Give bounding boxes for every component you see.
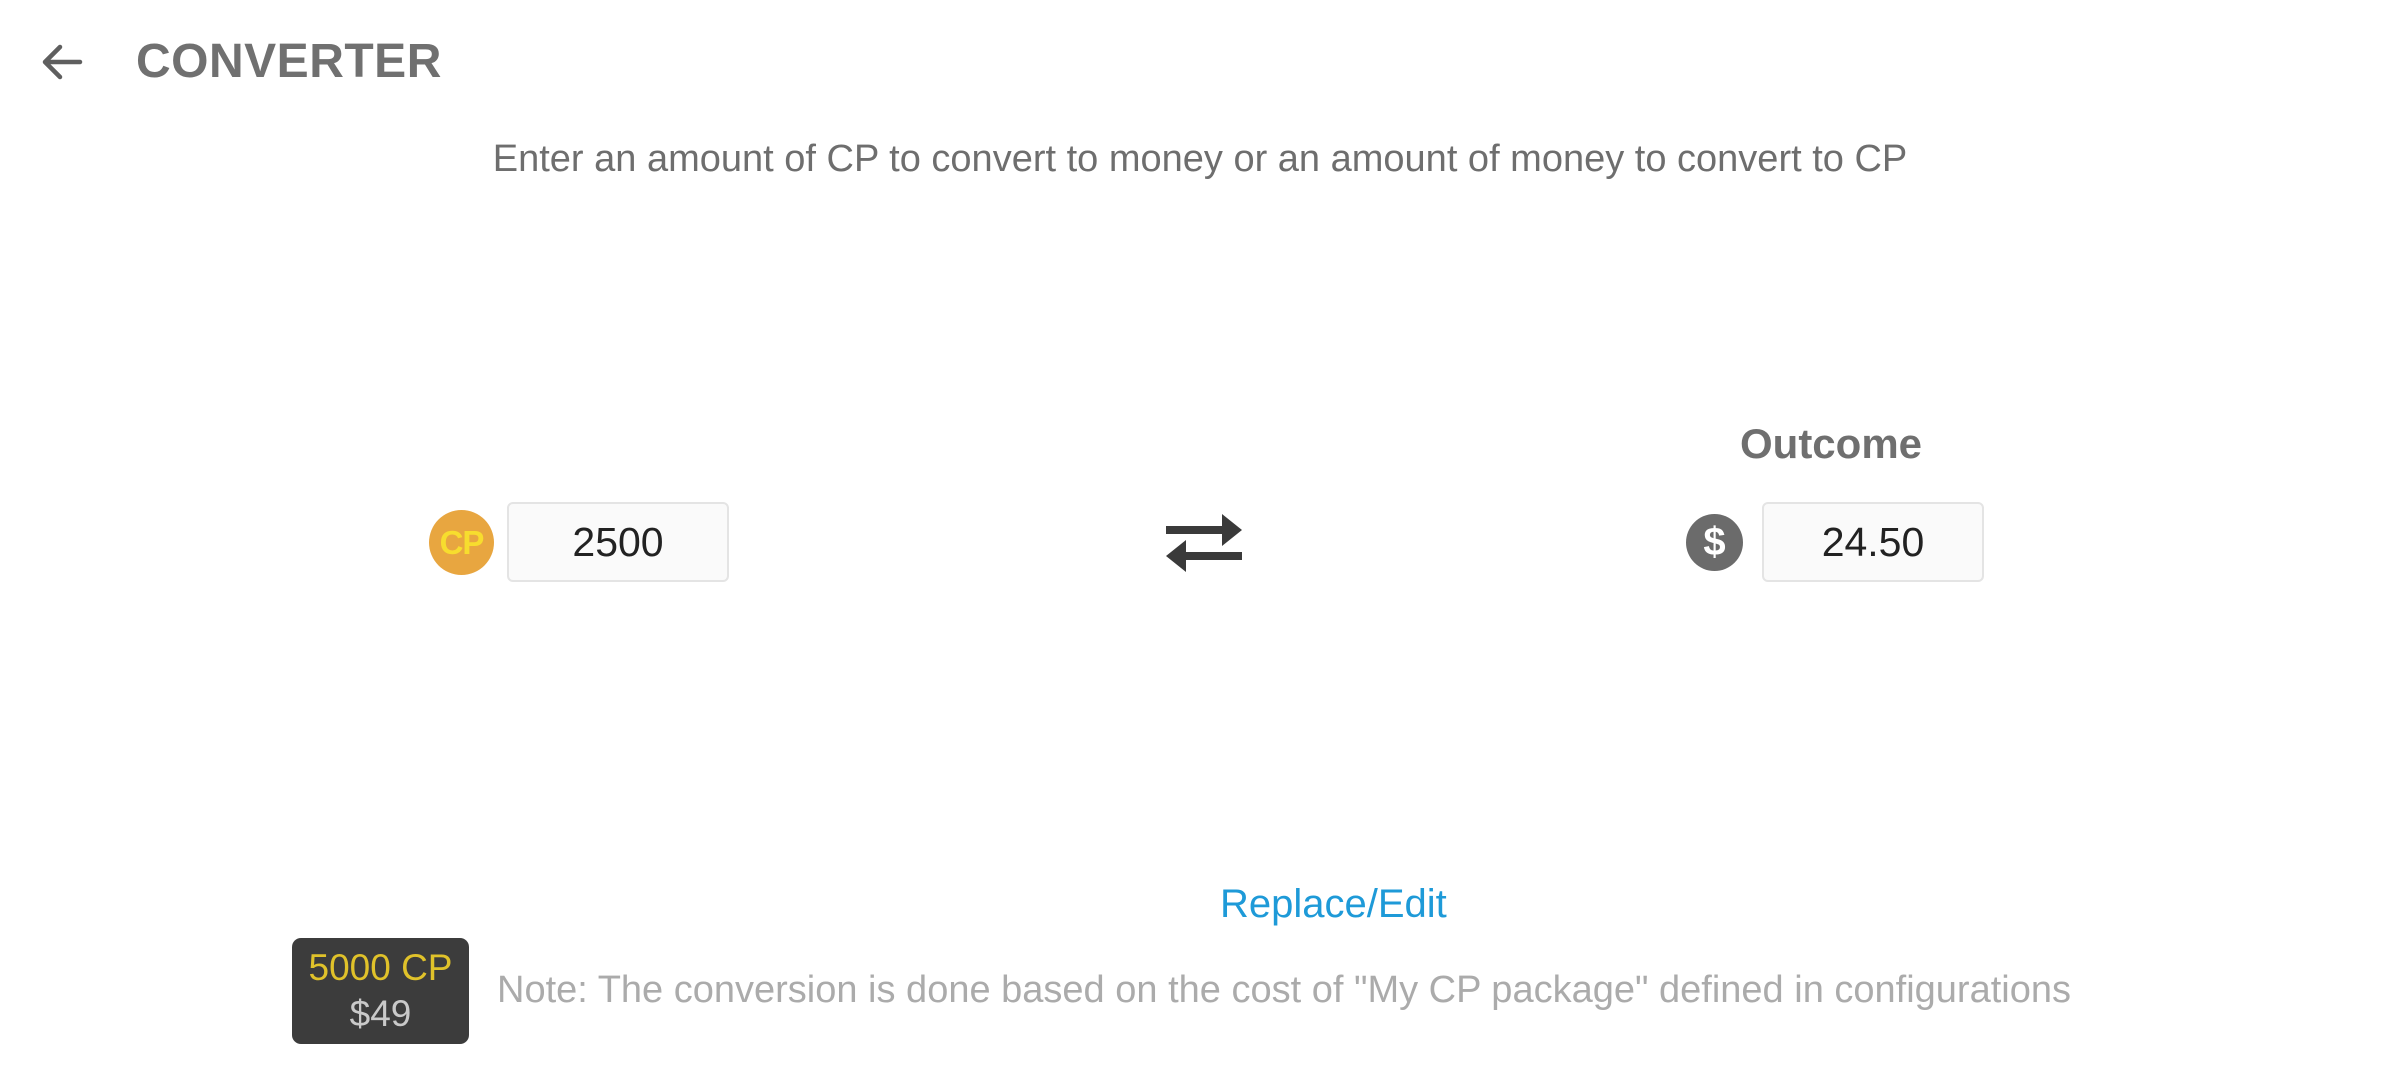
- back-button[interactable]: [28, 28, 96, 96]
- instructions-text: Enter an amount of CP to convert to mone…: [492, 138, 1908, 180]
- arrow-left-icon: [42, 44, 83, 80]
- dollar-circle-icon: $: [1686, 514, 1743, 571]
- package-price: $49: [349, 993, 412, 1034]
- money-amount-input[interactable]: [1762, 502, 1984, 582]
- cp-package-badge: 5000 CP $49: [292, 938, 469, 1044]
- package-cp-amount: 5000 CP: [308, 947, 453, 988]
- cp-amount-input[interactable]: [507, 502, 729, 582]
- page-title: CONVERTER: [136, 35, 442, 88]
- swap-arrows-icon: [1166, 514, 1242, 572]
- cp-coin-icon: CP: [429, 510, 494, 575]
- replace-edit-link[interactable]: Replace/Edit: [1220, 882, 1447, 927]
- outcome-label: Outcome: [1740, 420, 1923, 467]
- conversion-note: Note: The conversion is done based on th…: [497, 969, 2071, 1011]
- swap-button[interactable]: [1160, 508, 1248, 578]
